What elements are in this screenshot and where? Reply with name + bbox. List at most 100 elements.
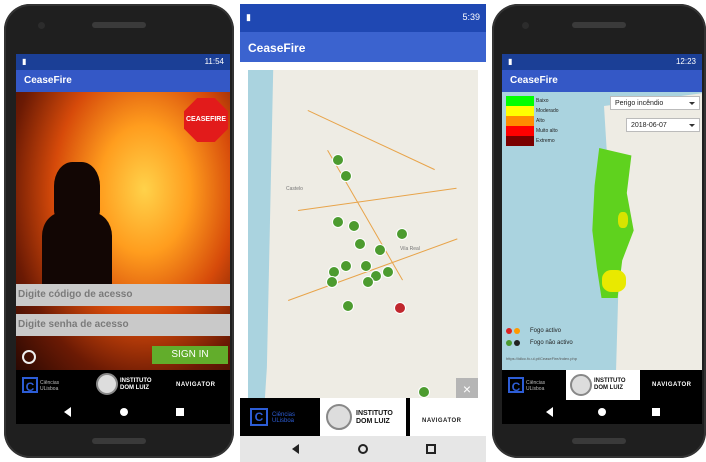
legend-swatch bbox=[506, 136, 534, 146]
chevron-down-icon bbox=[689, 124, 695, 127]
firefighter-silhouette-body bbox=[42, 212, 112, 292]
fire-inactive-marker[interactable] bbox=[332, 216, 344, 228]
phone-1-shell: ▮ 11:54 CeaseFire CEASEFIRE Digite códig… bbox=[4, 4, 234, 458]
fire-inactive-marker[interactable] bbox=[348, 220, 360, 232]
fire-inactive-label: Fogo não activo bbox=[530, 340, 573, 346]
android-nav-bar bbox=[240, 436, 486, 462]
fire-inactive-marker[interactable] bbox=[332, 154, 344, 166]
partner-logos-bar: C Ciências ULisboa INSTITUTO DOM LUIZ NA… bbox=[240, 398, 486, 436]
legend-swatch bbox=[506, 116, 534, 126]
road bbox=[298, 187, 457, 211]
legend-label: Baixo bbox=[536, 98, 549, 104]
fire-inactive-marker[interactable] bbox=[418, 386, 430, 398]
date-select[interactable]: 2018-06-07 bbox=[626, 118, 700, 132]
back-icon[interactable] bbox=[292, 444, 299, 454]
sim-icon: ▮ bbox=[22, 57, 27, 66]
fire-inactive-flame-icon bbox=[514, 340, 520, 346]
fire-danger-map[interactable]: Baixo Moderado Alto Muito alto Extremo P… bbox=[502, 92, 702, 370]
status-bar: ▮ 11:54 bbox=[16, 54, 230, 70]
chevron-down-icon bbox=[689, 102, 695, 105]
moderate-danger-patch bbox=[602, 270, 626, 292]
phone-2-screen: ▮ 5:39 CeaseFire Vila Real Castelo × C C bbox=[240, 4, 486, 462]
back-icon[interactable] bbox=[64, 407, 71, 417]
moderate-danger-patch bbox=[618, 212, 628, 228]
ciencias-logo: C bbox=[250, 408, 268, 426]
fire-inactive-marker[interactable] bbox=[326, 276, 338, 288]
app-bar: CeaseFire bbox=[240, 32, 486, 62]
recents-icon[interactable] bbox=[652, 408, 660, 416]
legend-item: Baixo bbox=[506, 96, 606, 106]
back-icon[interactable] bbox=[546, 407, 553, 417]
sim-icon: ▮ bbox=[246, 12, 251, 22]
fire-active-marker[interactable] bbox=[394, 302, 406, 314]
fire-active-flame-icon bbox=[514, 328, 520, 334]
earpiece-speaker bbox=[572, 22, 626, 28]
status-time: 12:23 bbox=[675, 57, 696, 66]
ciencias-logo-text: Ciências ULisboa bbox=[272, 412, 296, 424]
instituto-dom-luiz-seal bbox=[96, 373, 118, 395]
navigator-logo: NAVIGATOR bbox=[422, 418, 462, 424]
legend-label: Muito alto bbox=[536, 128, 558, 134]
status-bar: ▮ 12:23 bbox=[502, 54, 702, 70]
android-nav-bar bbox=[502, 400, 702, 424]
source-url[interactable]: https://idlcc.fc.ul.pt/CeaseFire/index.p… bbox=[506, 356, 577, 361]
idl-line-2: DOM LUIZ bbox=[356, 418, 390, 425]
navigator-logo-panel: NAVIGATOR bbox=[410, 398, 486, 436]
legend-label: Alto bbox=[536, 118, 545, 124]
road bbox=[307, 110, 435, 171]
instituto-dom-luiz-seal bbox=[326, 404, 352, 430]
legend-item: Moderado bbox=[506, 106, 606, 116]
recents-icon[interactable] bbox=[176, 408, 184, 416]
fire-inactive-marker[interactable] bbox=[396, 228, 408, 240]
idl-logo-panel: INSTITUTO DOM LUIZ bbox=[566, 370, 640, 400]
power-icon[interactable] bbox=[22, 350, 36, 364]
sim-icon: ▮ bbox=[508, 57, 513, 66]
fire-map[interactable]: Vila Real Castelo × bbox=[248, 70, 478, 400]
fire-inactive-marker[interactable] bbox=[374, 244, 386, 256]
place-label: Vila Real bbox=[400, 246, 420, 252]
partner-logos-bar: C Ciências ULisboa INSTITUTO DOM LUIZ NA… bbox=[16, 370, 230, 400]
layer-select[interactable]: Perigo incêndio bbox=[610, 96, 700, 110]
legend-item: Extremo bbox=[506, 136, 606, 146]
legend-label: Moderado bbox=[536, 108, 559, 114]
ciencias-logo: C bbox=[508, 377, 524, 394]
fire-inactive-marker[interactable] bbox=[340, 260, 352, 272]
idl-line-1: INSTITUTO bbox=[356, 410, 393, 417]
sign-in-button[interactable]: SIGN IN bbox=[152, 346, 228, 364]
idl-line-2: DOM LUIZ bbox=[594, 385, 623, 391]
fire-inactive-marker[interactable] bbox=[360, 260, 372, 272]
home-icon[interactable] bbox=[598, 408, 606, 416]
navigator-logo: NAVIGATOR bbox=[652, 382, 692, 388]
ciencias-logo-text: Ciências ULisboa bbox=[526, 380, 546, 392]
fire-inactive-marker[interactable] bbox=[382, 266, 394, 278]
android-nav-bar bbox=[16, 400, 230, 424]
legend-item: Alto bbox=[506, 116, 606, 126]
app-title: CeaseFire bbox=[24, 75, 72, 86]
fire-status-legend: Fogo activo Fogo não activo bbox=[506, 328, 626, 358]
app-bar: CeaseFire bbox=[16, 70, 230, 92]
status-bar: ▮ 5:39 bbox=[240, 4, 486, 32]
phone-1-screen: ▮ 11:54 CeaseFire CEASEFIRE Digite códig… bbox=[16, 54, 230, 424]
fire-inactive-icon bbox=[506, 340, 512, 346]
status-time: 11:54 bbox=[204, 57, 224, 66]
fire-inactive-marker[interactable] bbox=[342, 300, 354, 312]
ciencias-logo-text: Ciências ULisboa bbox=[40, 380, 60, 392]
app-title: CeaseFire bbox=[248, 41, 306, 55]
fire-inactive-marker[interactable] bbox=[340, 170, 352, 182]
fire-inactive-marker[interactable] bbox=[362, 276, 374, 288]
idl-line-1: INSTITUTO bbox=[594, 378, 626, 384]
home-icon[interactable] bbox=[358, 444, 368, 454]
date-select-value: 2018-06-07 bbox=[631, 122, 667, 129]
password-input[interactable]: Digite senha de acesso bbox=[16, 314, 230, 336]
close-icon[interactable]: × bbox=[456, 378, 478, 400]
app-title: CeaseFire bbox=[510, 75, 558, 86]
danger-legend: Baixo Moderado Alto Muito alto Extremo bbox=[506, 96, 606, 148]
access-code-input[interactable]: Digite código de acesso bbox=[16, 284, 230, 306]
fire-inactive-marker[interactable] bbox=[354, 238, 366, 250]
legend-item: Muito alto bbox=[506, 126, 606, 136]
recents-icon[interactable] bbox=[426, 444, 436, 454]
home-icon[interactable] bbox=[120, 408, 128, 416]
legend-label: Extremo bbox=[536, 138, 555, 144]
layer-select-value: Perigo incêndio bbox=[615, 100, 664, 107]
legend-swatch bbox=[506, 106, 534, 116]
